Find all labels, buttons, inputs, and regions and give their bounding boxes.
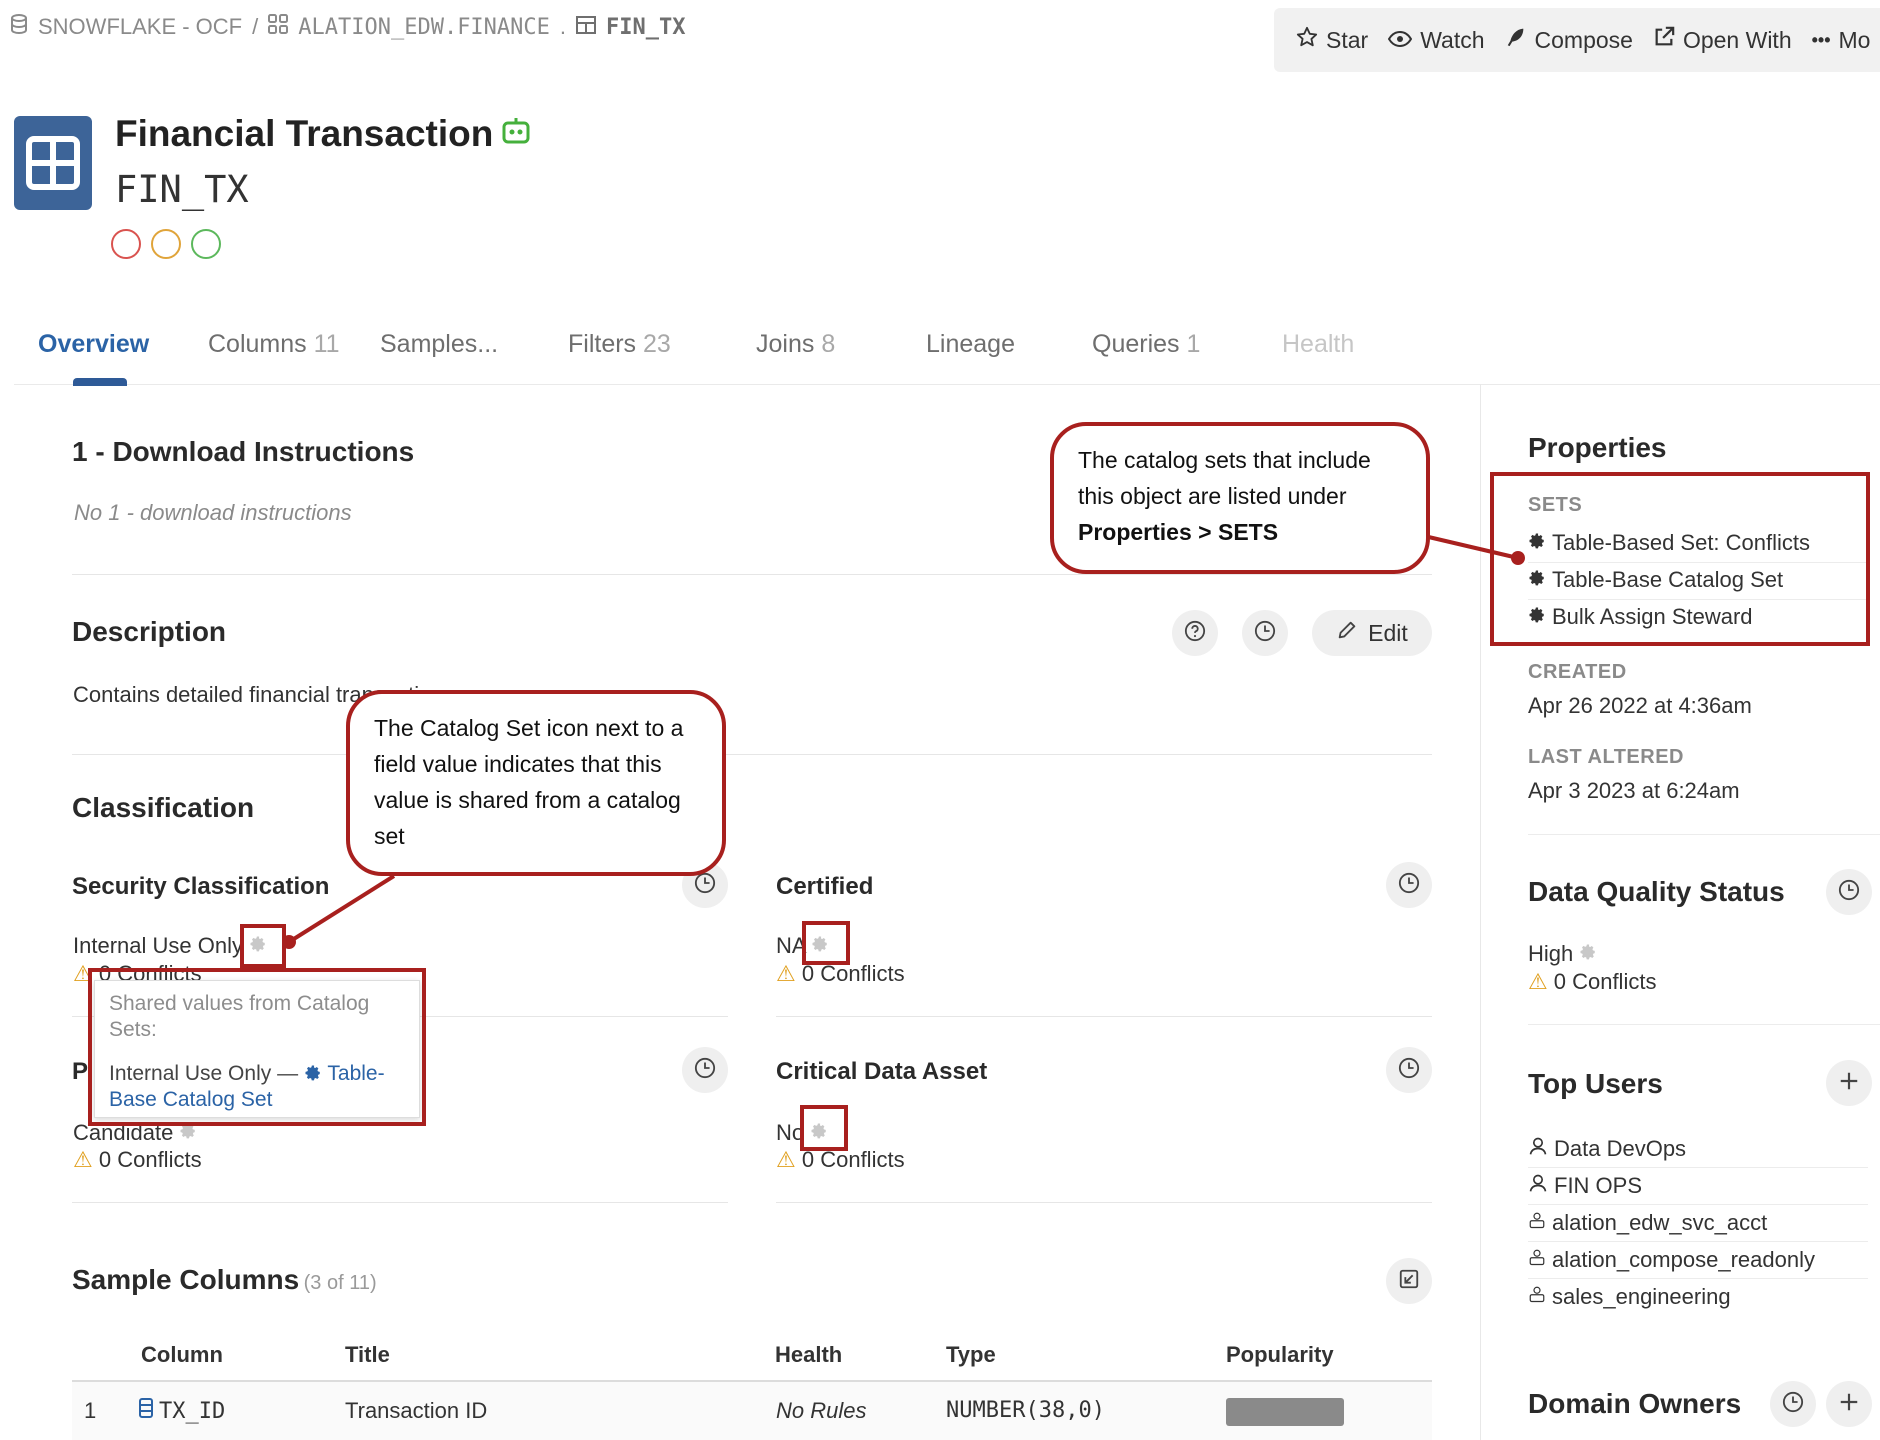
- gear-highlight-box: [800, 1105, 848, 1151]
- annotation-lines: [282, 533, 1525, 949]
- gear-highlight-box: [240, 924, 286, 968]
- sets-highlight-box: [1490, 472, 1870, 646]
- gear-highlight-box: [802, 921, 850, 965]
- tooltip-highlight-box: [88, 968, 426, 1126]
- sets-callout: The catalog sets that include this objec…: [1050, 422, 1430, 574]
- gear-icon-callout: The Catalog Set icon next to a field val…: [346, 690, 726, 876]
